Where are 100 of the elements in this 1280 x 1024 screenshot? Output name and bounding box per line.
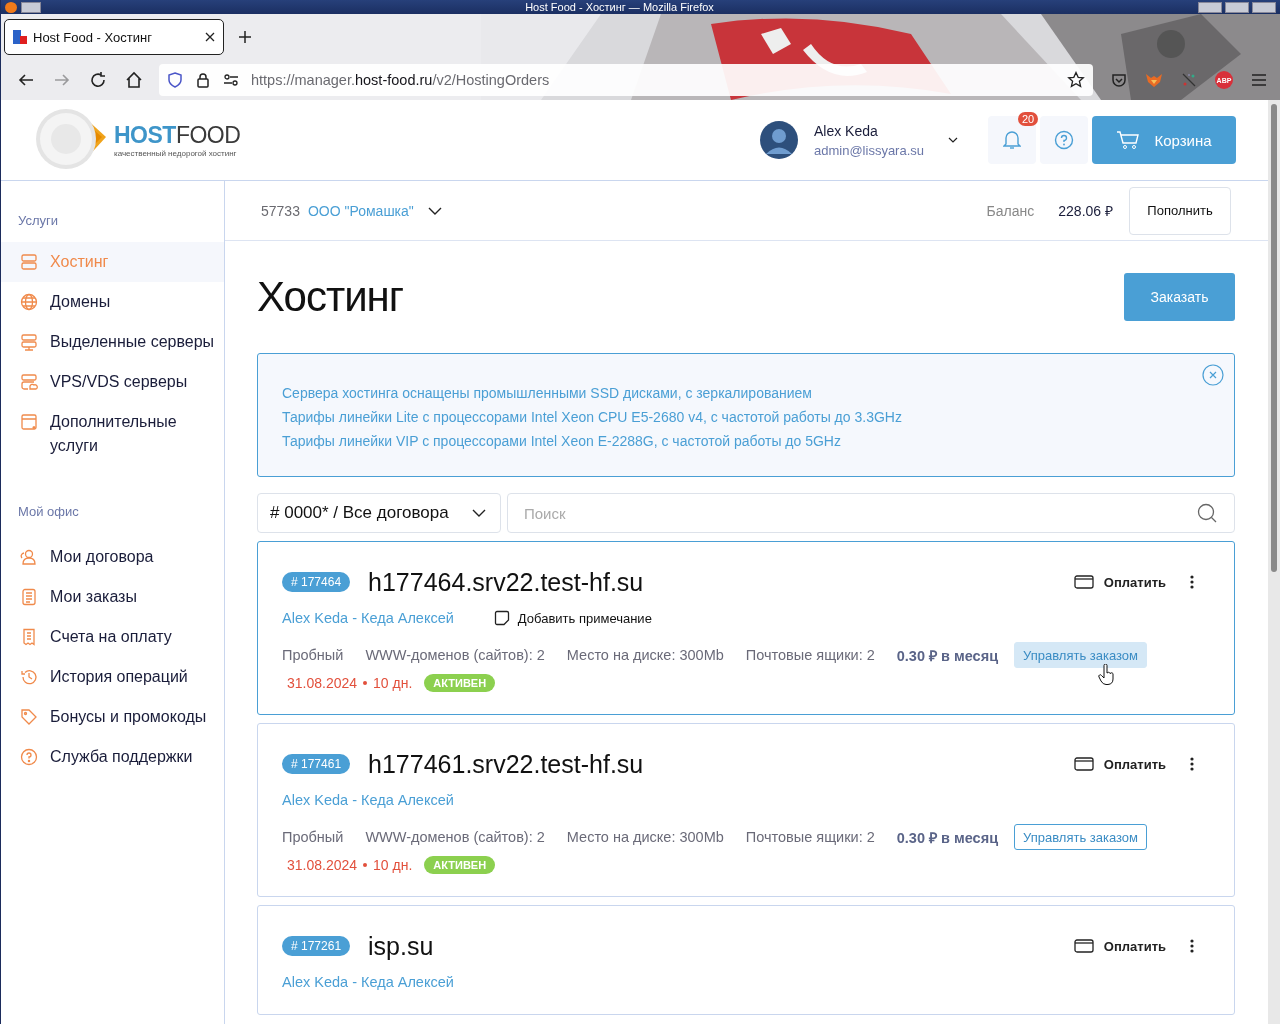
star-icon[interactable]	[1067, 71, 1085, 89]
help-icon	[20, 748, 38, 766]
order-id-badge: # 177461	[282, 754, 351, 774]
url-text: https://manager.host-food.ru/v2/HostingOrders	[251, 72, 551, 88]
info-text: Тарифы линейки VIP с процессорами Intel Xeon E-2288G, с частотой работы до 5GHz	[282, 432, 842, 451]
server-icon	[20, 333, 38, 351]
tag-icon	[20, 708, 38, 726]
manage-order-button[interactable]: Управлять заказом	[1014, 824, 1148, 850]
tariff-name: Пробный	[282, 647, 344, 663]
chevron-down-icon[interactable]	[427, 206, 442, 215]
expiry-date: 31.08.2024	[287, 675, 358, 691]
chevron-down-icon	[472, 509, 486, 517]
days-left: 10 дн.	[373, 675, 413, 691]
avatar-icon[interactable]	[760, 121, 798, 159]
notification-count: 20	[1018, 112, 1039, 126]
receipt-icon	[20, 628, 38, 646]
status-badge: АКТИВЕН	[424, 674, 496, 692]
browser-tab[interactable]: Host Food - Хостинг	[4, 19, 224, 55]
menu-icon[interactable]	[1251, 73, 1267, 87]
address-field[interactable]: https://manager.host-food.ru/v2/HostingOrders	[159, 64, 1093, 96]
fox-icon[interactable]	[1145, 72, 1163, 88]
window-icon	[20, 413, 38, 431]
search-icon[interactable]	[1197, 503, 1217, 523]
cart-icon	[1116, 130, 1141, 150]
pay-button[interactable]: Оплатить	[1073, 756, 1166, 772]
card-icon	[1073, 575, 1094, 589]
sidebar-item[interactable]: Выделенные серверы	[1, 322, 224, 362]
order-domain: h177461.srv22.test-hf.su	[368, 749, 644, 779]
mailbox-count: Почтовые ящики: 2	[745, 647, 875, 663]
mailbox-count: Почтовые ящики: 2	[745, 829, 875, 845]
window-menu-icon[interactable]	[5, 1, 41, 13]
globe-icon	[20, 293, 38, 311]
window-title: Host Food - Хостинг — Mozilla Firefox	[524, 1, 715, 13]
disk-space: Место на диске: 300Mb	[566, 829, 724, 845]
document-icon	[20, 588, 38, 606]
separator-dot-icon	[363, 681, 368, 685]
info-text: Сервера хостинга оснащены промышленными SSD дисками, с зеркалированием	[282, 384, 813, 403]
favicon-icon	[13, 30, 27, 44]
info-text: Тарифы линейки Lite с процессорами Intel Xeon CPU E5-2680 v4, с частотой работы до 3.3GHz	[282, 408, 903, 427]
hand-cursor-icon	[1098, 664, 1116, 686]
sidebar-item[interactable]: Бонусы и промокоды	[1, 697, 224, 737]
order-id-badge: # 177464	[282, 572, 351, 592]
sidebar-item[interactable]: Домены	[1, 282, 224, 322]
history-icon	[20, 668, 38, 686]
more-options-icon[interactable]	[1190, 575, 1194, 589]
sites-count: WWW-доменов (сайтов): 2	[365, 647, 545, 663]
card-icon	[1073, 939, 1094, 953]
more-options-icon[interactable]	[1190, 939, 1194, 953]
user-email: admin@lissyara.su	[814, 142, 925, 158]
sites-count: WWW-доменов (сайтов): 2	[365, 829, 545, 845]
add-note-button[interactable]: Добавить примечание	[493, 610, 652, 626]
pocket-icon[interactable]	[1111, 72, 1127, 88]
contract-filter-dropdown[interactable]: # 0000* / Все договора	[257, 493, 501, 533]
bell-icon	[1003, 130, 1021, 150]
home-icon[interactable]	[125, 71, 143, 89]
status-badge: АКТИВЕН	[424, 856, 496, 874]
new-tab-icon[interactable]	[238, 30, 252, 44]
brand-name: HOSTFOOD	[114, 122, 241, 149]
card-icon	[1073, 757, 1094, 771]
sidebar-item[interactable]: Мои договора	[1, 537, 224, 577]
sidebar-item[interactable]: Служба поддержки	[1, 737, 224, 777]
sidebar-item[interactable]: Дополнительные услуги	[1, 402, 224, 466]
top-up-button[interactable]: Пополнить	[1129, 186, 1231, 235]
window-controls-icon[interactable]	[1198, 1, 1276, 13]
separator-dot-icon	[363, 863, 368, 867]
page-title: Хостинг	[257, 273, 404, 321]
tariff-name: Пробный	[282, 829, 344, 845]
help-icon	[1054, 130, 1074, 150]
days-left: 10 дн.	[373, 857, 413, 873]
lock-icon	[195, 72, 211, 88]
contract-number: 57733	[261, 202, 300, 219]
server-cloud-icon	[20, 373, 38, 391]
user-name: Alex Keda	[814, 122, 879, 139]
sidebar-item[interactable]: Мои заказы	[1, 577, 224, 617]
brand-tagline: качественный недорогой хостинг	[114, 149, 238, 158]
chevron-down-icon[interactable]	[948, 137, 958, 143]
sidebar-section-title: Мой офис	[17, 504, 80, 519]
more-options-icon[interactable]	[1190, 757, 1194, 771]
note-icon	[493, 610, 510, 626]
order-domain: isp.su	[368, 931, 434, 961]
balance-amount: 228.06 ₽	[1058, 202, 1113, 220]
sidebar-item[interactable]: История операций	[1, 657, 224, 697]
close-icon[interactable]	[205, 32, 215, 42]
expiry-date: 31.08.2024	[287, 857, 358, 873]
sparkle-icon[interactable]	[1181, 72, 1197, 88]
people-icon	[20, 548, 38, 566]
server-icon	[20, 253, 38, 271]
pay-button[interactable]: Оплатить	[1073, 938, 1166, 954]
disk-space: Место на диске: 300Mb	[566, 647, 724, 663]
permissions-icon	[223, 72, 239, 88]
sidebar-section-title: Услуги	[17, 213, 59, 228]
pay-button[interactable]: Оплатить	[1073, 574, 1166, 590]
order-price: 0.30 ₽ в месяц	[896, 647, 999, 665]
order-domain: h177464.srv22.test-hf.su	[368, 567, 644, 597]
search-field[interactable]: Поиск	[507, 493, 1235, 533]
scrollbar[interactable]	[1268, 100, 1280, 1024]
reload-icon[interactable]	[89, 71, 107, 89]
sidebar-item[interactable]: VPS/VDS серверы	[1, 362, 224, 402]
sidebar-item[interactable]: Счета на оплату	[1, 617, 224, 657]
shield-icon	[167, 72, 183, 88]
